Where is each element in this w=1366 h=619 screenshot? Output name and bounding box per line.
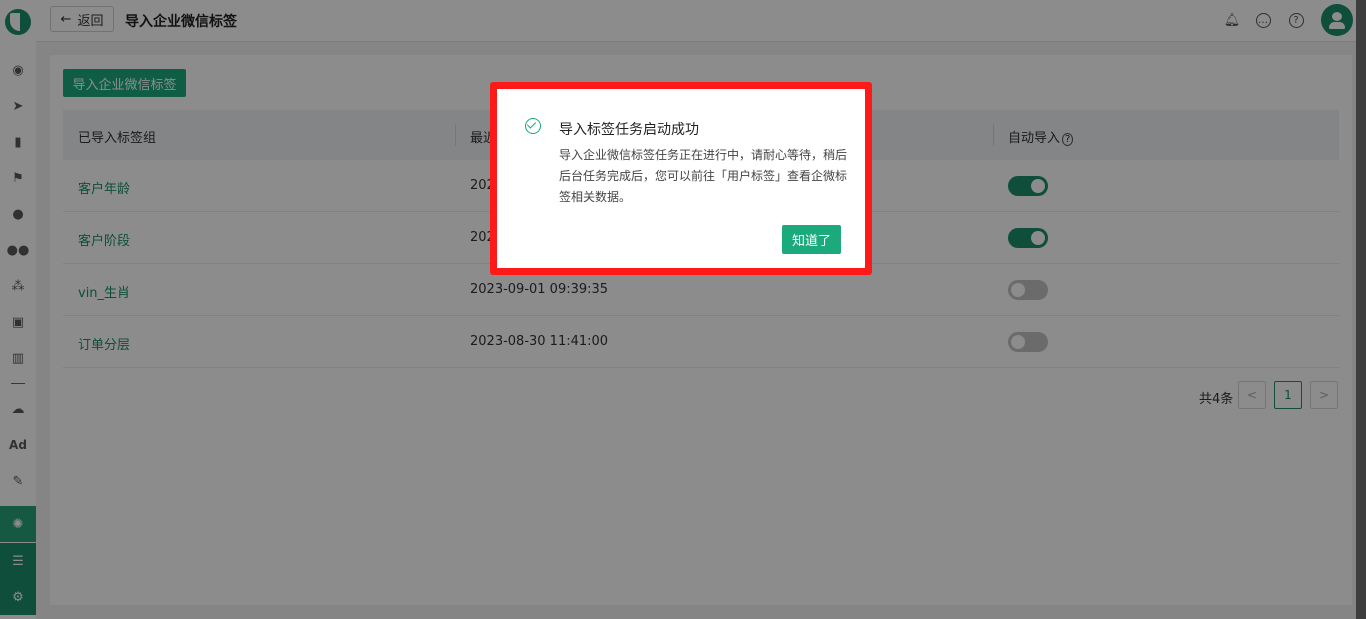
success-dialog: 导入标签任务启动成功 导入企业微信标签任务正在进行中，请耐心等待，稍后后台任务完…	[497, 89, 865, 268]
got-it-button[interactable]: 知道了	[782, 225, 841, 254]
check-circle-icon	[525, 118, 541, 134]
dialog-title: 导入标签任务启动成功	[559, 122, 699, 138]
dialog-message: 导入企业微信标签任务正在进行中，请耐心等待，稍后后台任务完成后，您可以前往「用户…	[559, 148, 848, 204]
